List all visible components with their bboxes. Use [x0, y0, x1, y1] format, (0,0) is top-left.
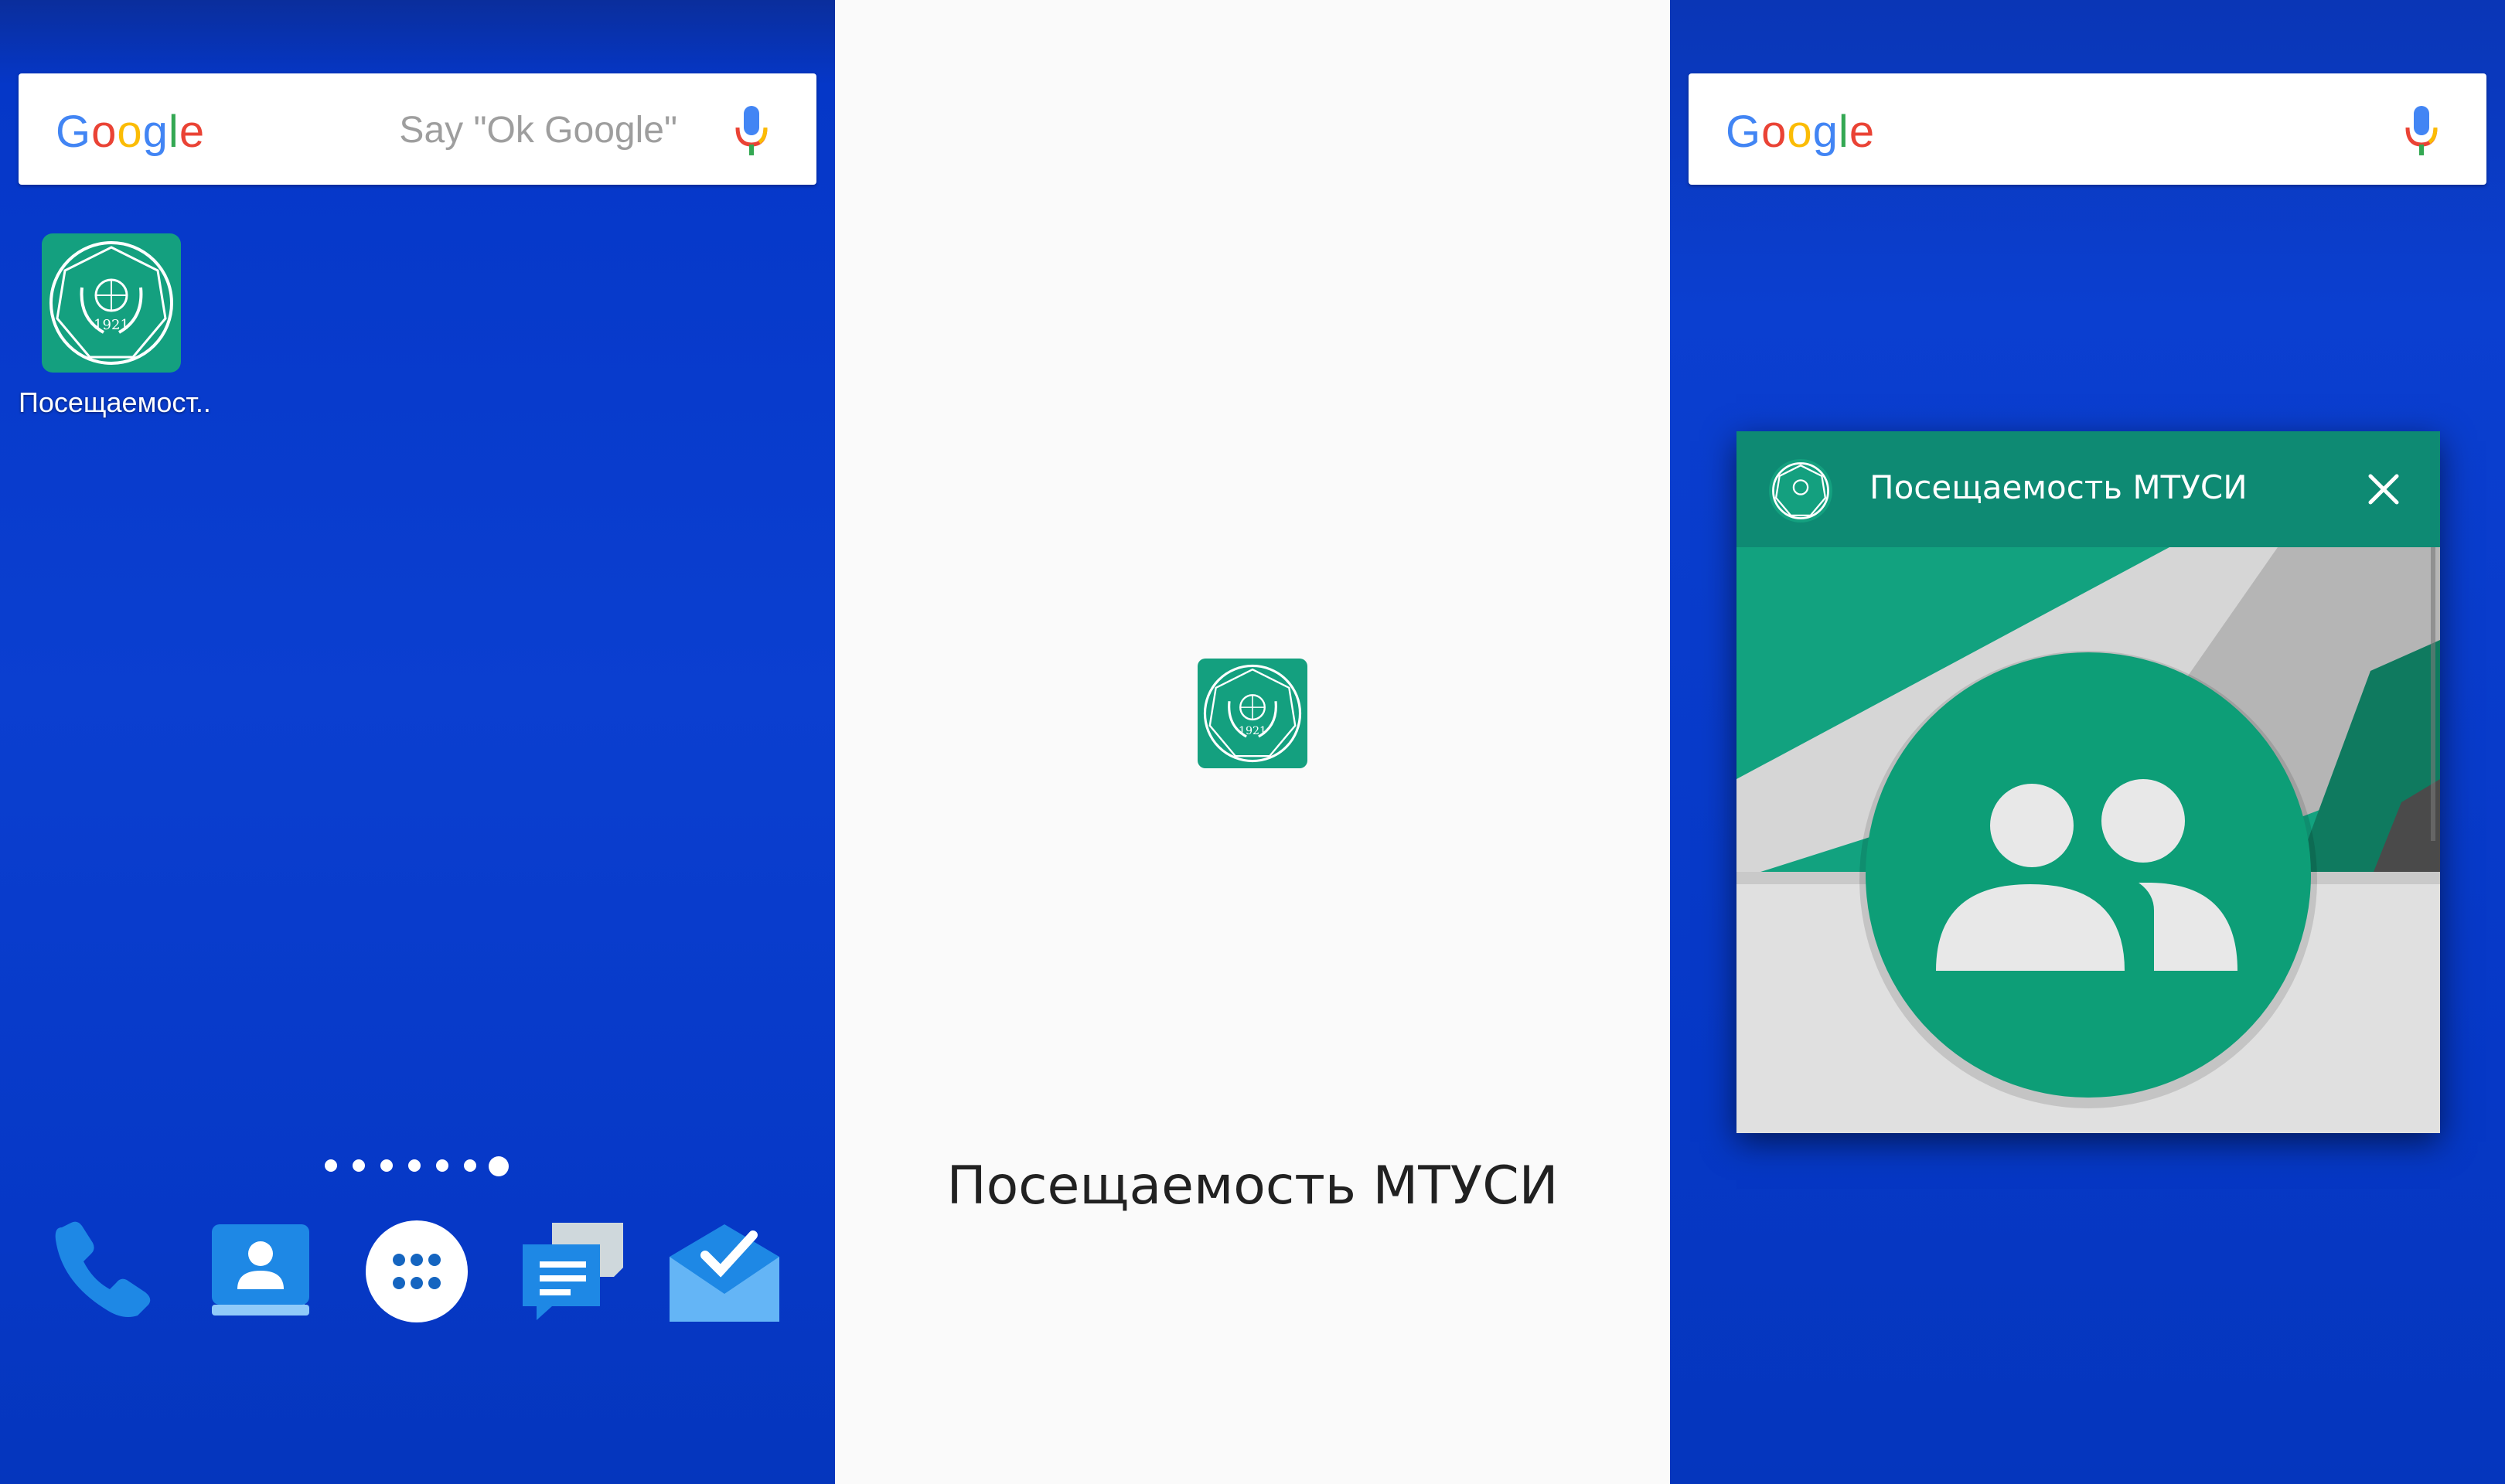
app-drawer-icon[interactable] [359, 1213, 475, 1329]
widget-illustration [1736, 547, 2440, 1133]
app-year: 1921 [94, 317, 129, 333]
google-logo: Google [1726, 106, 1875, 158]
group-icon [1866, 652, 2311, 1098]
mtuci-logo-icon [1769, 459, 1832, 522]
mic-icon[interactable] [733, 104, 770, 158]
widget-title: Посещаемость МТУСИ [1869, 468, 2248, 506]
page-dot[interactable] [353, 1159, 365, 1172]
splash-logo: 1921 [1198, 659, 1307, 768]
page-dot-active[interactable] [489, 1156, 509, 1176]
app-widget[interactable]: Посещаемость МТУСИ [1736, 431, 2440, 1133]
google-logo: Google [56, 106, 205, 158]
page-dot[interactable] [325, 1159, 337, 1172]
google-search-bar[interactable]: Google Say "Ok Google" [19, 73, 816, 185]
home-screen-right: Google Посещаемость МТУСИ [1670, 0, 2505, 1484]
app-shortcut-label[interactable]: Посещаемост.. [19, 386, 212, 419]
google-logo-letter: g [1812, 107, 1839, 157]
google-logo-letter: G [56, 107, 92, 157]
close-icon[interactable] [2366, 471, 2401, 507]
mtuci-logo-icon: 1921 [49, 241, 173, 365]
google-logo-letter: o [1787, 107, 1813, 157]
home-screen-left: Google Say "Ok Google" 1921 Посещаемост.… [0, 0, 835, 1484]
page-dot[interactable] [436, 1159, 448, 1172]
widget-header: Посещаемость МТУСИ [1736, 431, 2440, 547]
page-dot[interactable] [464, 1159, 476, 1172]
google-logo-letter: g [142, 107, 169, 157]
widget-scrollbar[interactable] [2431, 547, 2435, 841]
messages-icon[interactable] [513, 1213, 629, 1329]
inbox-icon[interactable] [666, 1213, 782, 1329]
search-hint: Say "Ok Google" [399, 110, 677, 151]
splash-title: Посещаемость МТУСИ [946, 1156, 1559, 1217]
contacts-icon[interactable] [203, 1213, 319, 1329]
google-search-bar[interactable]: Google [1689, 73, 2486, 185]
google-logo-letter: o [117, 107, 143, 157]
google-logo-letter: o [91, 107, 118, 157]
page-dot[interactable] [380, 1159, 393, 1172]
google-logo-letter: e [1849, 107, 1876, 157]
app-shortcut-icon[interactable]: 1921 [42, 233, 181, 373]
google-logo-letter: e [179, 107, 206, 157]
mtuci-logo-icon: 1921 [1203, 664, 1302, 763]
google-logo-letter: o [1761, 107, 1788, 157]
phone-icon[interactable] [46, 1213, 162, 1329]
google-logo-letter: l [1838, 107, 1849, 157]
google-logo-letter: G [1726, 107, 1762, 157]
google-logo-letter: l [168, 107, 179, 157]
splash-year: 1921 [1239, 725, 1266, 737]
splash-screen: 1921 Посещаемость МТУСИ [835, 0, 1670, 1484]
mic-icon[interactable] [2403, 104, 2440, 158]
page-dot[interactable] [408, 1159, 421, 1172]
